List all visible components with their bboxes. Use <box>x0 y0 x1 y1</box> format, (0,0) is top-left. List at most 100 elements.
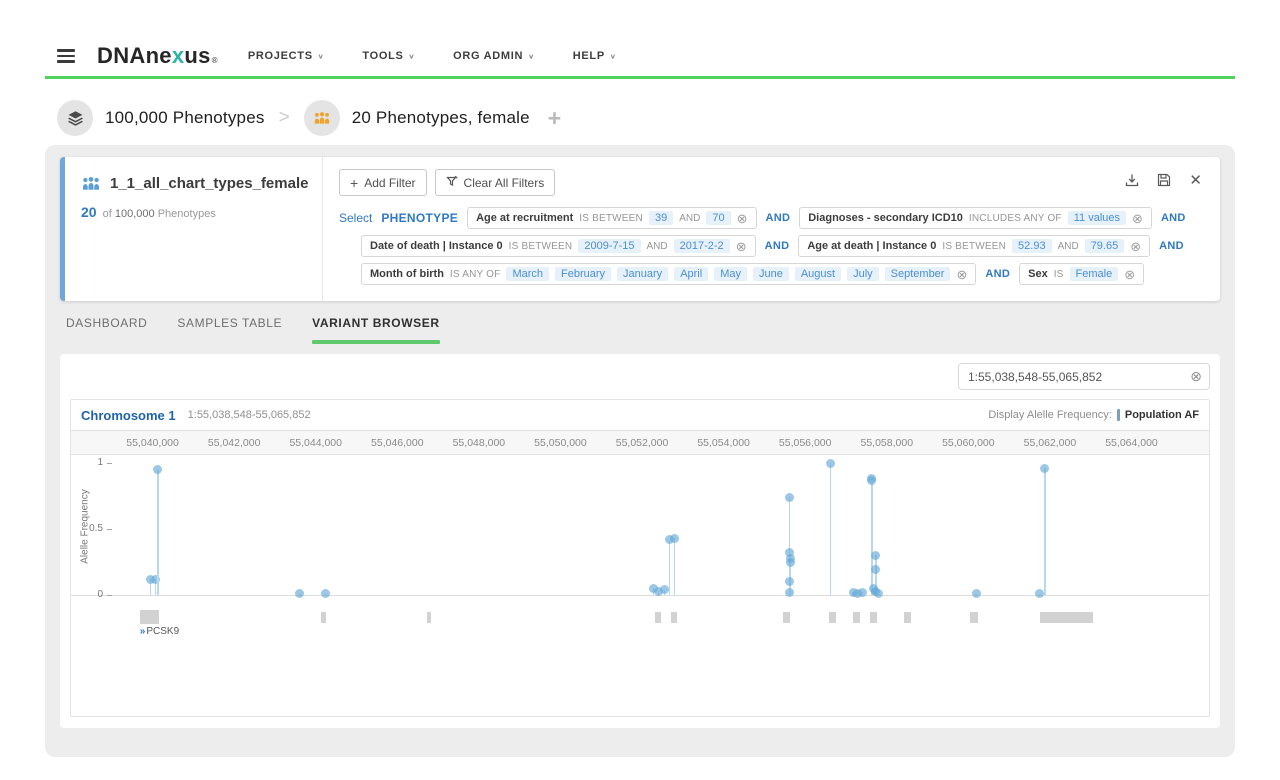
variant-dot[interactable] <box>660 585 669 594</box>
ruler-tick: 55,056,000 <box>779 437 832 449</box>
hamburger-menu-icon[interactable] <box>57 49 75 63</box>
card-actions: ✕ <box>1125 171 1202 189</box>
filter-value-pill[interactable]: January <box>617 267 668 281</box>
filter-value-pill[interactable]: 39 <box>649 211 673 225</box>
filter-row: Month of birth IS ANY OF March February Janu… <box>361 263 1204 285</box>
filter-pane: + Add Filter Clear All Filters SelectPHE… <box>323 157 1220 301</box>
remove-filter-icon[interactable]: ⊗ <box>737 212 748 225</box>
breadcrumb: 100,000 Phenotypes >20 Phenotypes, female… <box>57 97 1223 139</box>
clear-all-filters-button[interactable]: Clear All Filters <box>435 169 556 196</box>
population-af-toggle[interactable]: Population AF <box>1125 409 1199 421</box>
variant-dot[interactable] <box>972 589 981 598</box>
filter-value-pill[interactable]: August <box>795 267 841 281</box>
variant-dot[interactable] <box>670 534 679 543</box>
cohort-total: 100,000 <box>115 208 155 220</box>
add-cohort-button[interactable]: + <box>548 105 561 132</box>
allele-frequency-plot: Alelle Frequency 00.51 <box>71 455 1209 605</box>
tab-dashboard[interactable]: DASHBOARD <box>66 316 147 344</box>
nav-item-projects[interactable]: PROJECTS∨ <box>248 50 324 62</box>
breadcrumb-separator: > <box>279 107 290 129</box>
content-card: ⊗ Chromosome 1 1:55,038,548-55,065,852 D… <box>60 354 1220 728</box>
variant-dot[interactable] <box>1040 464 1049 473</box>
filter-value-pill[interactable]: 79.65 <box>1085 239 1125 253</box>
download-icon[interactable] <box>1125 173 1139 187</box>
nav-item-label: ORG ADMIN <box>453 50 523 62</box>
filter-value-pill[interactable]: July <box>847 267 879 281</box>
genomic-ruler[interactable]: 55,040,00055,042,00055,044,00055,046,000… <box>71 430 1209 455</box>
filter-chip[interactable]: Diagnoses - secondary ICD10INCLUDES ANY … <box>799 207 1152 229</box>
ruler-tick: 55,064,000 <box>1105 437 1158 449</box>
filter-chip[interactable]: Month of birth IS ANY OF March February Janu… <box>361 263 976 285</box>
filter-chip[interactable]: SexISFemale⊗ <box>1019 263 1144 285</box>
y-axis-tick-mark <box>107 463 112 464</box>
variant-browser-header: Chromosome 1 1:55,038,548-55,065,852 Dis… <box>71 400 1209 430</box>
clear-filters-icon <box>446 175 458 190</box>
remove-filter-icon[interactable]: ⊗ <box>1124 268 1135 281</box>
search-clear-icon[interactable]: ⊗ <box>1190 369 1202 383</box>
filter-value-pill[interactable]: 52.93 <box>1012 239 1052 253</box>
tab-bar: DASHBOARD SAMPLES TABLE VARIANT BROWSER <box>66 316 1214 344</box>
gene-box <box>671 612 677 623</box>
nav-item-help[interactable]: HELP∨ <box>573 50 617 62</box>
variant-dot[interactable] <box>785 588 794 597</box>
variant-dot[interactable] <box>871 565 880 574</box>
variant-dot[interactable] <box>785 493 794 502</box>
brand-text-x: x <box>172 43 185 69</box>
filter-value-pill[interactable]: 70 <box>706 211 730 225</box>
nav-item-org-admin[interactable]: ORG ADMIN∨ <box>453 50 535 62</box>
filter-value-pill[interactable]: May <box>714 267 747 281</box>
variant-dot[interactable] <box>295 589 304 598</box>
nav-item-tools[interactable]: TOOLS∨ <box>362 50 415 62</box>
remove-filter-icon[interactable]: ⊗ <box>736 240 747 253</box>
save-icon[interactable] <box>1157 173 1171 187</box>
filter-value-pill[interactable]: 2017-2-2 <box>674 239 730 253</box>
y-axis-tick: 0.5 <box>77 523 103 534</box>
filter-value-pill[interactable]: April <box>674 267 708 281</box>
filter-rows: SelectPHENOTYPEAge at recruitmentIS BETW… <box>339 207 1204 285</box>
select-entity-phenotype[interactable]: PHENOTYPE <box>381 211 458 225</box>
filter-chip[interactable]: Age at recruitmentIS BETWEEN39AND70⊗ <box>467 207 756 229</box>
filter-value-pill[interactable]: September <box>885 267 951 281</box>
variant-dot[interactable] <box>858 588 867 597</box>
ruler-tick: 55,046,000 <box>371 437 424 449</box>
filter-value-pill[interactable]: March <box>506 267 549 281</box>
remove-filter-icon[interactable]: ⊗ <box>1130 240 1141 253</box>
variant-dot[interactable] <box>867 476 876 485</box>
variant-dot[interactable] <box>321 589 330 598</box>
remove-filter-icon[interactable]: ⊗ <box>956 268 967 281</box>
brand-logo[interactable]: DNAnexus® <box>97 43 218 69</box>
tab-samples-table[interactable]: SAMPLES TABLE <box>177 316 282 344</box>
cohort-count: 20 of 100,000 Phenotypes <box>81 204 312 220</box>
variant-dot[interactable] <box>785 577 794 586</box>
chevron-down-icon: ∨ <box>610 52 617 59</box>
filter-value-pill[interactable]: June <box>753 267 789 281</box>
gene-label[interactable]: »PCSK9 <box>140 626 179 637</box>
variant-dot[interactable] <box>153 465 162 474</box>
breadcrumb-item[interactable]: 20 Phenotypes, female <box>304 100 530 136</box>
filter-value-pill[interactable]: 2009-7-15 <box>578 239 640 253</box>
filter-value-pill[interactable]: Female <box>1070 267 1119 281</box>
filter-chip-field: Month of birth <box>370 268 444 280</box>
variant-dot[interactable] <box>1035 589 1044 598</box>
gene-track: »PCSK9 <box>71 605 1209 639</box>
breadcrumb-item[interactable]: 100,000 Phenotypes <box>57 100 265 136</box>
chevron-down-icon: ∨ <box>409 52 416 59</box>
locus-search-input[interactable] <box>958 363 1210 390</box>
strand-arrow-icon: » <box>140 626 146 637</box>
remove-filter-icon[interactable]: ⊗ <box>1132 212 1143 225</box>
filter-chip[interactable]: Date of death | Instance 0IS BETWEEN2009… <box>361 235 756 257</box>
variant-dot[interactable] <box>786 558 795 567</box>
y-axis-tick-mark <box>107 529 112 530</box>
ruler-tick: 55,042,000 <box>208 437 261 449</box>
add-filter-button[interactable]: + Add Filter <box>339 169 427 196</box>
filter-value-pill[interactable]: 11 values <box>1068 211 1126 225</box>
filter-chip-field: Diagnoses - secondary ICD10 <box>808 212 963 224</box>
variant-dot[interactable] <box>874 589 883 598</box>
filter-value-pill[interactable]: February <box>555 267 611 281</box>
close-icon[interactable]: ✕ <box>1189 171 1202 189</box>
variant-dot[interactable] <box>871 551 880 560</box>
filter-chip[interactable]: Age at death | Instance 0IS BETWEEN52.93… <box>798 235 1150 257</box>
tab-variant-browser[interactable]: VARIANT BROWSER <box>312 316 439 344</box>
filter-chip-operator: IS ANY OF <box>450 269 501 280</box>
variant-dot[interactable] <box>826 459 835 468</box>
